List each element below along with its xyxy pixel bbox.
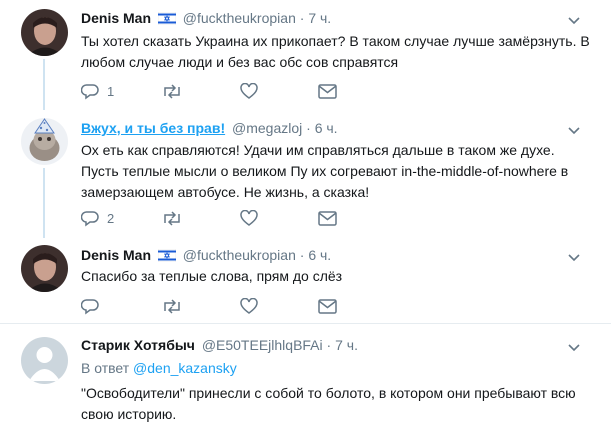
like-button[interactable]	[240, 297, 258, 315]
tweet-3[interactable]: Denis Man @fucktheukropian · 6 ч. Спасиб…	[0, 238, 611, 323]
thread-line	[43, 59, 45, 110]
retweet-icon	[164, 210, 180, 226]
timestamp[interactable]: 7 ч.	[335, 337, 358, 353]
chevron-down-icon[interactable]	[567, 250, 581, 262]
user-handle[interactable]: @fucktheukropian	[183, 247, 296, 263]
thread-line	[43, 168, 45, 238]
tweet-header: Denis Man @fucktheukropian · 7 ч.	[81, 9, 331, 29]
tweet-text: Спасибо за теплые слова, прям до слёз	[81, 268, 343, 284]
dm-button[interactable]	[318, 297, 337, 315]
reply-button[interactable]: 1	[81, 82, 114, 100]
avatar[interactable]	[21, 337, 68, 384]
reply-icon	[81, 298, 99, 314]
tweet-header: Вжух, и ты без прав! @megazloj · 6 ч.	[81, 119, 338, 137]
display-name[interactable]: Старик Хотябыч	[81, 337, 195, 353]
timestamp[interactable]: 6 ч.	[308, 247, 331, 263]
chevron-down-icon[interactable]	[567, 13, 581, 25]
envelope-icon	[318, 210, 337, 226]
retweet-button[interactable]	[161, 82, 183, 100]
retweet-button[interactable]	[161, 297, 183, 315]
tweet-2[interactable]: Вжух, и ты без прав! @megazloj · 6 ч. Ох…	[0, 110, 611, 238]
timestamp[interactable]: 6 ч.	[315, 120, 338, 136]
display-name[interactable]: Вжух, и ты без прав!	[81, 120, 225, 136]
tweet-4[interactable]: Старик Хотябыч @E50TEEjlhlqBFAi · 7 ч. В…	[0, 324, 611, 427]
like-button[interactable]	[240, 209, 258, 227]
israel-flag-icon	[157, 248, 177, 266]
reply-icon	[81, 210, 99, 226]
tweet-header: Denis Man @fucktheukropian · 6 ч.	[81, 246, 331, 266]
envelope-icon	[318, 298, 337, 314]
tweet-text: Ты хотел сказать Украина их прикопает? В…	[81, 33, 590, 70]
heart-icon	[240, 82, 258, 99]
separator-dot: ·	[306, 120, 311, 136]
separator-dot: ·	[326, 337, 332, 353]
reply-count: 1	[107, 83, 115, 99]
display-name[interactable]: Denis Man	[81, 10, 151, 26]
heart-icon	[240, 297, 258, 314]
user-handle[interactable]: @E50TEEjlhlqBFAi	[202, 337, 323, 353]
tweet-1[interactable]: Denis Man @fucktheukropian · 7 ч. Ты хот…	[0, 0, 611, 110]
avatar[interactable]	[21, 118, 68, 165]
heart-icon	[240, 209, 258, 226]
reply-count: 2	[107, 210, 115, 226]
reply-prefix: В ответ	[81, 360, 130, 376]
separator-dot: ·	[299, 247, 305, 263]
avatar[interactable]	[21, 9, 68, 56]
user-handle[interactable]: @fucktheukropian	[183, 10, 296, 26]
reply-button[interactable]: 2	[81, 209, 114, 227]
timestamp[interactable]: 7 ч.	[308, 10, 331, 26]
tweet-actions	[81, 297, 581, 315]
tweet-text: Ох еть как справляются! Удачи им справля…	[81, 142, 569, 200]
separator-dot: ·	[299, 10, 305, 26]
israel-flag-icon	[157, 11, 177, 29]
tweet-text: "Освободители" принесли с собой то болот…	[81, 385, 576, 422]
retweet-icon	[164, 83, 180, 99]
chevron-down-icon[interactable]	[567, 123, 581, 135]
reply-mention-link[interactable]: @den_kazansky	[133, 360, 237, 376]
dm-button[interactable]	[318, 82, 337, 100]
tweet-header: Старик Хотябыч @E50TEEjlhlqBFAi · 7 ч.	[81, 336, 358, 354]
avatar[interactable]	[21, 245, 68, 292]
reply-button[interactable]	[81, 297, 99, 315]
chevron-down-icon[interactable]	[567, 340, 581, 352]
display-name[interactable]: Denis Man	[81, 247, 151, 263]
retweet-button[interactable]	[161, 209, 183, 227]
tweet-actions: 1	[81, 82, 581, 100]
tweet-actions: 2	[81, 209, 581, 227]
reply-icon	[81, 83, 99, 99]
dm-button[interactable]	[318, 209, 337, 227]
reply-context: В ответ @den_kazansky	[81, 359, 237, 377]
user-handle[interactable]: @megazloj	[232, 120, 302, 136]
like-button[interactable]	[240, 82, 258, 100]
retweet-icon	[164, 298, 180, 314]
envelope-icon	[318, 83, 337, 99]
